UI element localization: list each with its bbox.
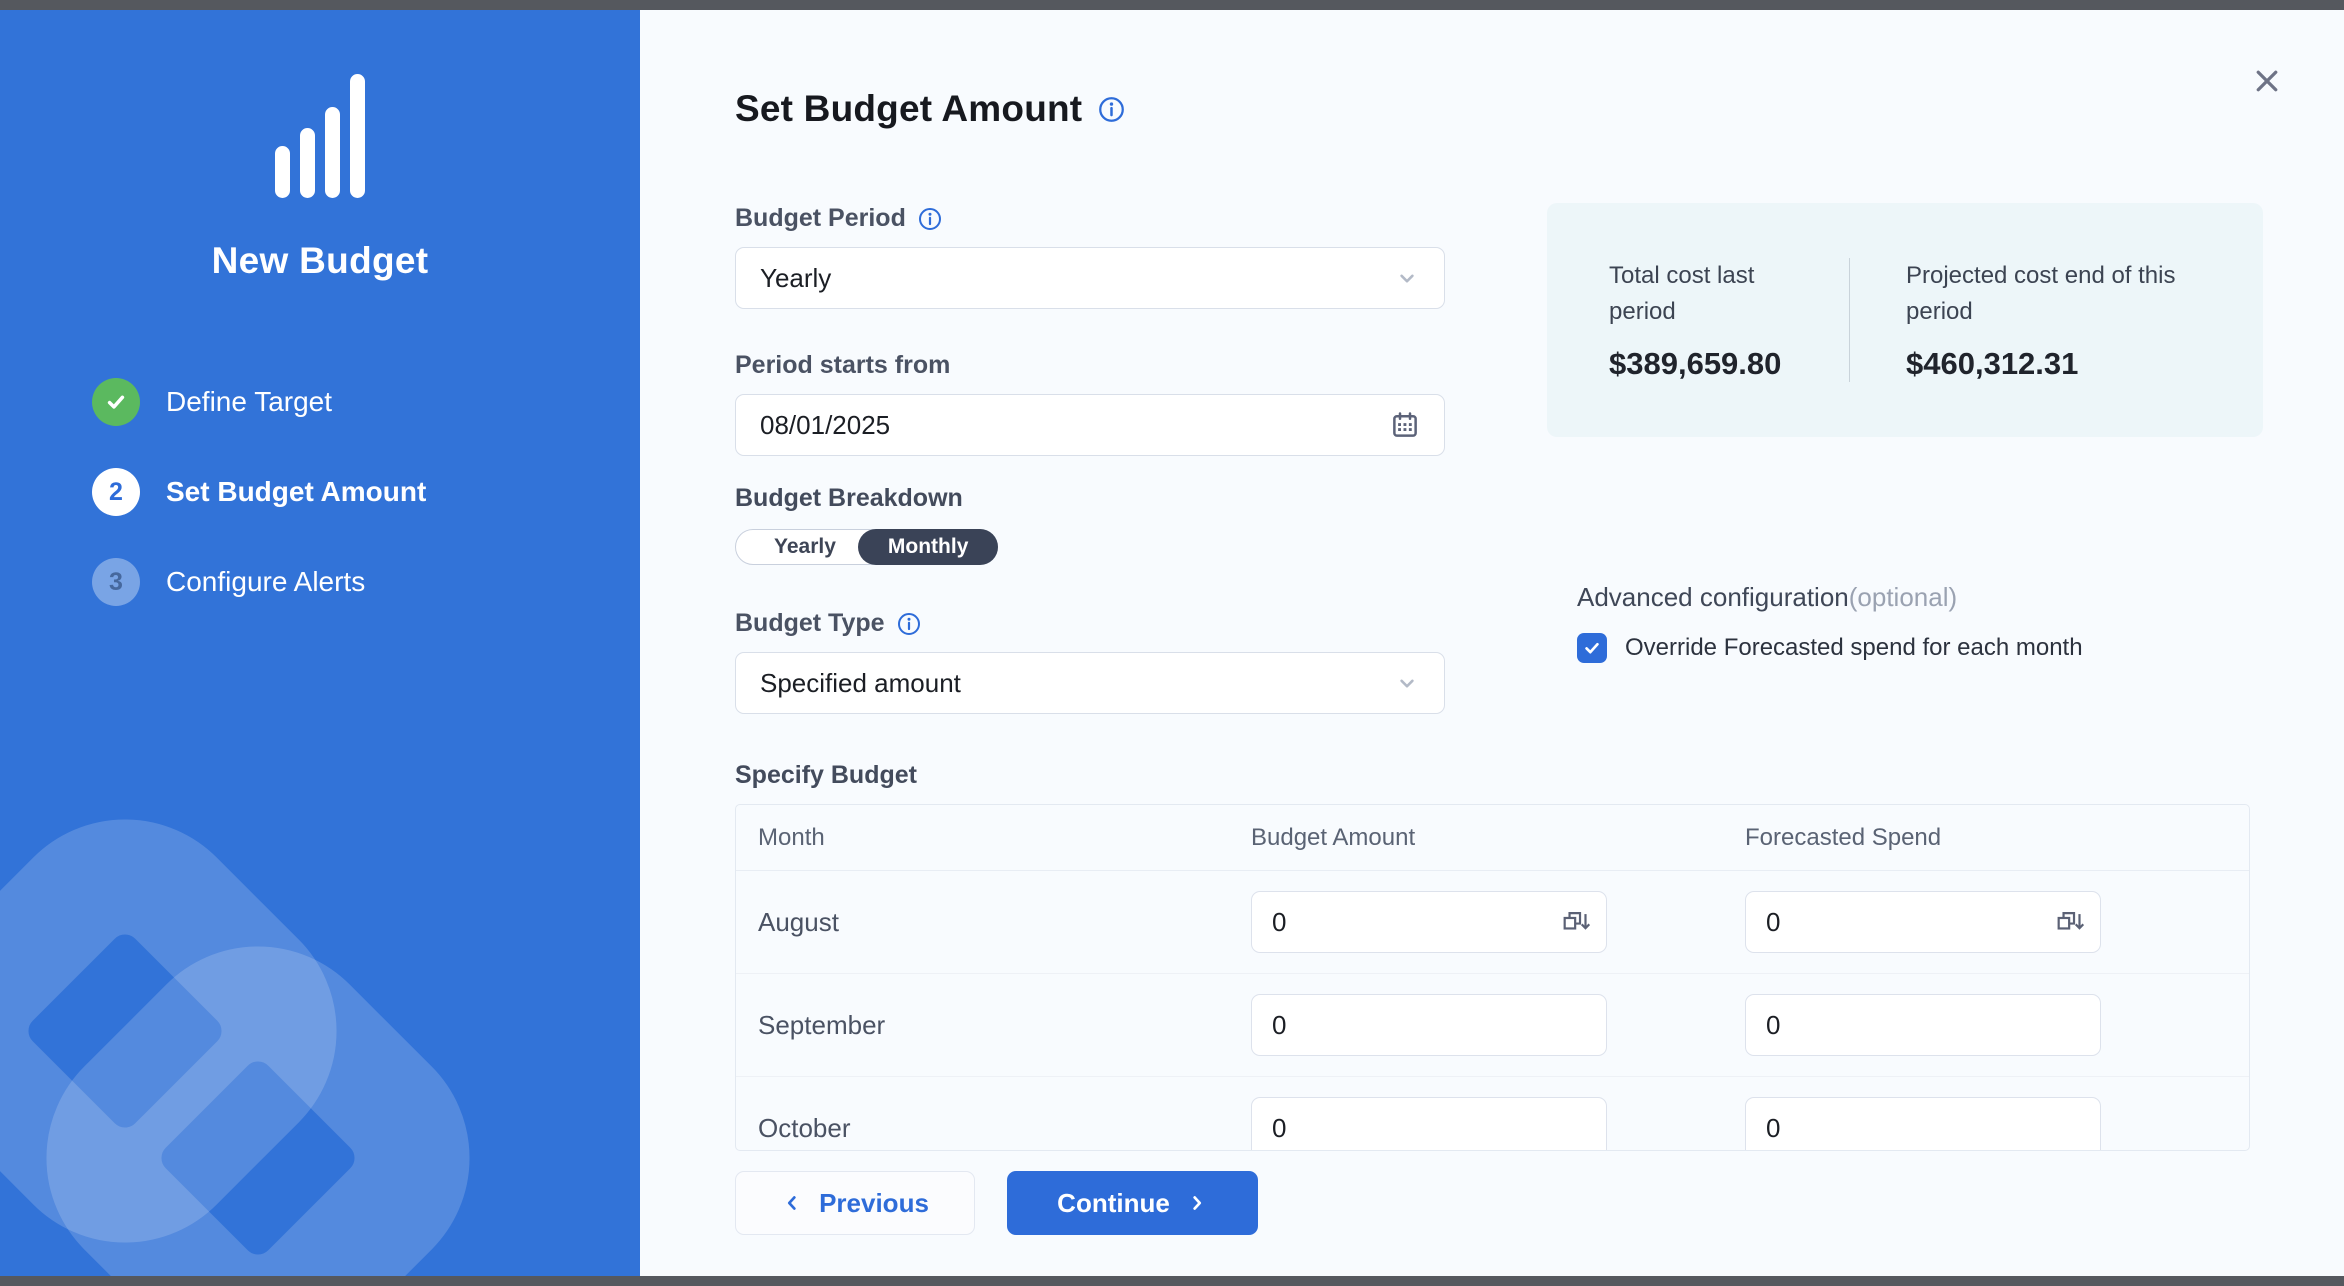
budget-period-value: Yearly	[760, 263, 831, 294]
forecasted-spend-input[interactable]	[1766, 907, 2056, 938]
step-configure-alerts[interactable]: 3 Configure Alerts	[92, 558, 640, 606]
wizard-steps: Define Target 2 Set Budget Amount 3 Conf…	[92, 378, 640, 606]
forecasted-spend-input[interactable]	[1766, 1010, 2084, 1041]
budget-amount-field	[1251, 891, 1607, 953]
brand-watermark	[0, 806, 640, 1276]
budget-breakdown-toggle: Yearly Monthly	[735, 529, 998, 565]
advanced-config-title: Advanced configuration	[1577, 582, 1849, 612]
info-icon[interactable]	[918, 207, 942, 231]
column-header-forecasted-spend: Forecasted Spend	[1745, 824, 2249, 852]
chevron-right-icon	[1186, 1192, 1208, 1214]
table-header: Month Budget Amount Forecasted Spend	[736, 805, 2249, 871]
step-label: Define Target	[166, 386, 332, 418]
step-number-badge: 2	[92, 468, 140, 516]
bottom-chrome-strip	[0, 1276, 2344, 1286]
chevron-down-icon	[1394, 670, 1420, 696]
close-icon[interactable]	[2246, 60, 2288, 102]
step-number-badge: 3	[92, 558, 140, 606]
new-budget-modal: New Budget Define Target 2 Set Budget Am…	[0, 10, 2344, 1276]
table-row: September	[736, 974, 2249, 1077]
forecasted-spend-field	[1745, 891, 2101, 953]
cost-summary-panel: Total cost last period $389,659.80 Proje…	[1547, 203, 2263, 437]
step-label: Configure Alerts	[166, 566, 365, 598]
continue-button-label: Continue	[1057, 1188, 1170, 1219]
copy-down-icon[interactable]	[1562, 910, 1590, 934]
previous-button[interactable]: Previous	[735, 1171, 975, 1235]
continue-button[interactable]: Continue	[1007, 1171, 1258, 1235]
step-complete-check-icon	[92, 378, 140, 426]
chevron-left-icon	[781, 1192, 803, 1214]
forecasted-spend-field	[1745, 994, 2101, 1056]
month-cell: October	[736, 1113, 1251, 1144]
budget-amount-input[interactable]	[1272, 1113, 1590, 1144]
calendar-icon[interactable]	[1390, 410, 1420, 440]
copy-down-icon[interactable]	[2056, 910, 2084, 934]
page-title: Set Budget Amount	[735, 88, 1082, 130]
column-header-budget-amount: Budget Amount	[1251, 824, 1745, 852]
chevron-down-icon	[1394, 265, 1420, 291]
budget-type-select[interactable]: Specified amount	[735, 652, 1445, 714]
info-icon[interactable]	[897, 612, 921, 636]
total-cost-value: $389,659.80	[1609, 346, 1807, 382]
step-define-target[interactable]: Define Target	[92, 378, 640, 426]
budget-amount-field	[1251, 1097, 1607, 1151]
table-row: August	[736, 871, 2249, 974]
toggle-option-yearly[interactable]: Yearly	[736, 535, 866, 559]
step-set-budget-amount[interactable]: 2 Set Budget Amount	[92, 468, 640, 516]
period-starts-input[interactable]	[760, 410, 1390, 441]
budget-amount-input[interactable]	[1272, 1010, 1590, 1041]
wizard-sidebar: New Budget Define Target 2 Set Budget Am…	[0, 10, 640, 1276]
month-cell: September	[736, 1010, 1251, 1041]
forecasted-spend-input[interactable]	[1766, 1113, 2084, 1144]
budget-amount-input[interactable]	[1272, 907, 1562, 938]
wizard-title: New Budget	[0, 240, 640, 282]
set-budget-amount-panel: Set Budget Amount Budget Period Yearly	[640, 10, 2344, 1276]
table-row: October	[736, 1077, 2249, 1151]
column-header-month: Month	[736, 824, 1251, 852]
toggle-option-monthly[interactable]: Monthly	[858, 529, 998, 565]
top-chrome-strip	[0, 0, 2344, 10]
specify-budget-table: Month Budget Amount Forecasted Spend Aug…	[735, 804, 2250, 1151]
budget-period-select[interactable]: Yearly	[735, 247, 1445, 309]
info-icon[interactable]	[1098, 96, 1125, 123]
step-label: Set Budget Amount	[166, 476, 426, 508]
previous-button-label: Previous	[819, 1188, 929, 1219]
optional-hint: (optional)	[1849, 582, 1957, 612]
total-cost-label: Total cost last period	[1609, 258, 1807, 330]
budget-breakdown-label: Budget Breakdown	[735, 484, 963, 513]
budget-period-label: Budget Period	[735, 204, 906, 233]
budget-amount-field	[1251, 994, 1607, 1056]
projected-cost-label: Projected cost end of this period	[1906, 258, 2215, 330]
specify-budget-label: Specify Budget	[735, 761, 917, 790]
check-icon	[1582, 638, 1602, 658]
bar-chart-icon	[275, 74, 365, 198]
projected-cost-value: $460,312.31	[1906, 346, 2215, 382]
forecasted-spend-field	[1745, 1097, 2101, 1151]
override-forecast-label: Override Forecasted spend for each month	[1625, 634, 2083, 662]
period-starts-field	[735, 394, 1445, 456]
override-forecast-checkbox[interactable]	[1577, 633, 1607, 663]
period-starts-label: Period starts from	[735, 351, 950, 380]
month-cell: August	[736, 907, 1251, 938]
budget-type-label: Budget Type	[735, 609, 885, 638]
budget-type-value: Specified amount	[760, 668, 961, 699]
advanced-configuration: Advanced configuration(optional) Overrid…	[1577, 582, 2083, 663]
